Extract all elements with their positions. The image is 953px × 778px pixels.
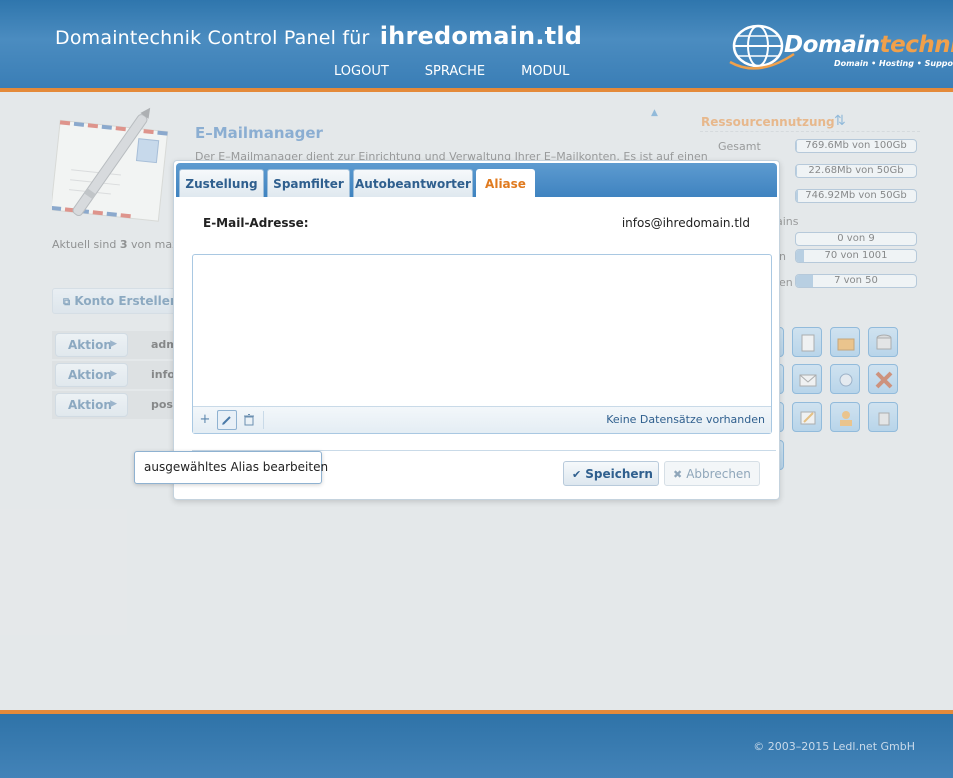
tab-autobeantworter[interactable]: Autobeantworter — [353, 169, 473, 197]
add-icon[interactable]: + — [195, 410, 215, 430]
header-title-prefix: Domaintechnik Control Panel für — [55, 27, 370, 49]
close-icon: ✖ — [673, 468, 683, 481]
header: Domaintechnik Control Panel für ihredoma… — [0, 0, 953, 88]
email-address-value: infos@ihredomain.tld — [621, 216, 750, 230]
logo-wordmark: Domaintechnik — [784, 32, 953, 58]
check-icon: ✔ — [572, 468, 582, 481]
edit-alias-tooltip: ausgewähltes Alias bearbeiten — [134, 451, 328, 484]
nav-modul[interactable]: MODUL — [521, 64, 569, 79]
delete-icon[interactable] — [239, 410, 259, 430]
nav-logout[interactable]: LOGOUT — [334, 64, 389, 79]
toolbar-divider — [263, 411, 264, 429]
save-button[interactable]: ✔ Speichern — [563, 461, 659, 486]
no-records-text: Keine Datensätze vorhanden — [606, 413, 765, 426]
grid-toolbar: + Keine Datensätze vorhanden — [193, 406, 771, 433]
tab-aliase[interactable]: Aliase — [476, 169, 535, 199]
tab-zustellung[interactable]: Zustellung — [179, 169, 264, 197]
nav-sprache[interactable]: SPRACHE — [425, 64, 485, 79]
edit-icon[interactable] — [217, 410, 237, 430]
email-address-label: E-Mail-Adresse: — [203, 216, 309, 230]
copyright: © 2003–2015 Ledl.net GmbH — [753, 740, 915, 753]
domaintechnik-logo[interactable]: Domaintechnik Domain • Hosting • Support — [728, 18, 953, 76]
tab-bar: Zustellung Spamfilter Autobeantworter Al… — [176, 163, 777, 199]
main-nav: LOGOUT SPRACHE MODUL — [334, 64, 605, 79]
header-domain: ihredomain.tld — [379, 22, 583, 50]
footer: © 2003–2015 Ledl.net GmbH — [0, 714, 953, 778]
alias-grid[interactable]: + Keine Datensätze vorhanden — [192, 254, 772, 434]
tab-spamfilter[interactable]: Spamfilter — [267, 169, 350, 197]
logo-tagline: Domain • Hosting • Support — [834, 59, 953, 68]
header-title: Domaintechnik Control Panel für ihredoma… — [55, 22, 582, 50]
alias-dialog: Zustellung Spamfilter Autobeantworter Al… — [173, 160, 780, 500]
cancel-button[interactable]: ✖ Abbrechen — [664, 461, 760, 486]
